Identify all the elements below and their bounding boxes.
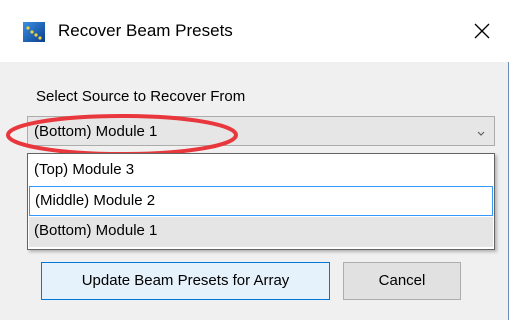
title-bar[interactable]: Recover Beam Presets (0, 0, 509, 62)
window-title: Recover Beam Presets (58, 21, 233, 40)
recover-beam-presets-dialog: Recover Beam Presets Select Source to Re… (0, 0, 509, 320)
cancel-button[interactable]: Cancel (343, 262, 461, 300)
option-top-module-3[interactable]: (Top) Module 3 (29, 156, 493, 186)
source-dropdown-list: (Top) Module 3 (Middle) Module 2 (Bottom… (27, 153, 495, 250)
combobox-selected-value: (Bottom) Module 1 (34, 123, 158, 140)
source-combobox[interactable]: (Bottom) Module 1 (27, 116, 495, 146)
source-label: Select Source to Recover From (36, 88, 246, 105)
close-button[interactable] (462, 12, 502, 50)
app-icon (23, 22, 45, 42)
option-middle-module-2[interactable]: (Middle) Module 2 (29, 186, 493, 216)
dialog-body: Select Source to Recover From (Bottom) M… (0, 62, 509, 320)
close-icon (474, 23, 490, 39)
option-bottom-module-1[interactable]: (Bottom) Module 1 (29, 217, 493, 247)
update-beam-presets-button[interactable]: Update Beam Presets for Array (41, 262, 330, 300)
chevron-down-icon[interactable] (476, 126, 486, 136)
